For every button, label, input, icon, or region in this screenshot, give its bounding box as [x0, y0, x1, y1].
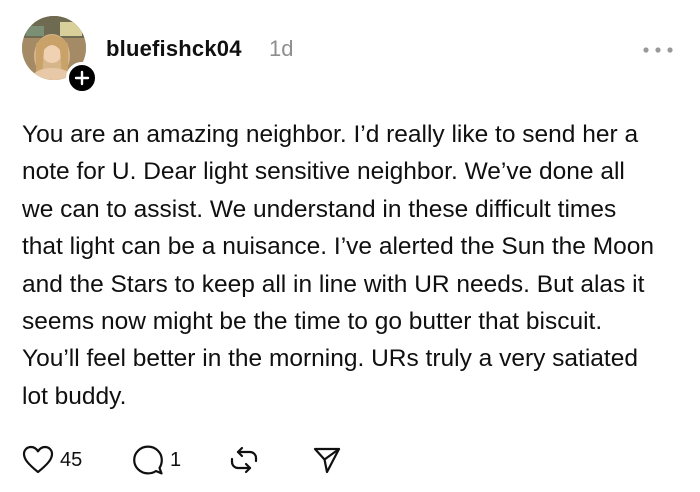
- timestamp[interactable]: 1d: [269, 36, 293, 62]
- plus-icon: [74, 70, 90, 86]
- repost-icon: [230, 446, 258, 474]
- repost-button[interactable]: [228, 444, 260, 476]
- share-button[interactable]: [312, 444, 342, 476]
- like-button[interactable]: 45: [22, 444, 82, 476]
- follow-button[interactable]: [66, 62, 98, 94]
- thread-post: bluefishck04 1d You are an amazing neigh…: [0, 0, 700, 492]
- heart-icon: [22, 445, 54, 474]
- more-options-button[interactable]: [640, 40, 676, 60]
- like-count: 45: [60, 448, 83, 471]
- speech-bubble-icon: [133, 445, 163, 475]
- more-dots-icon: [643, 47, 673, 53]
- reply-button[interactable]: 1: [132, 444, 181, 476]
- post-text: You are an amazing neighbor. I’d really …: [22, 121, 654, 410]
- reply-count: 1: [170, 448, 182, 471]
- send-icon: [313, 447, 341, 474]
- username[interactable]: bluefishck04: [106, 36, 242, 62]
- avatar-container[interactable]: [22, 16, 98, 94]
